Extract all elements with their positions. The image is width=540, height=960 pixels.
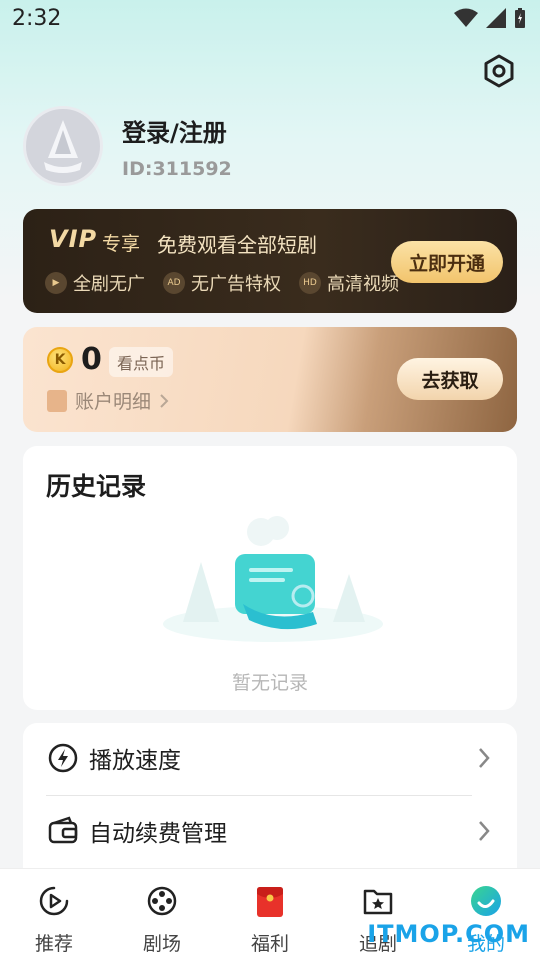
coin-unit-badge: 看点币 bbox=[109, 347, 174, 377]
vip-feature-label: 全剧无广 bbox=[73, 274, 145, 295]
vip-feature: ▶ 全剧无广 bbox=[45, 270, 145, 296]
vip-features: ▶ 全剧无广 AD 无广告特权 HD 高清视频 bbox=[45, 270, 399, 296]
red-envelope-icon bbox=[257, 887, 283, 917]
vip-feature: AD 无广告特权 bbox=[163, 270, 281, 296]
coin-card: K 0 看点币 账户明细 去获取 bbox=[23, 327, 517, 432]
hd-icon: HD bbox=[299, 272, 321, 294]
vip-title: 免费观看全部短剧 bbox=[157, 233, 317, 257]
status-bar: 2:32 bbox=[0, 0, 540, 38]
menu-item-label: 播放速度 bbox=[89, 748, 181, 774]
signal-icon bbox=[486, 8, 506, 28]
vip-card[interactable]: VIP 专享 免费观看全部短剧 ▶ 全剧无广 AD 无广告特权 HD 高清视频 … bbox=[23, 209, 517, 313]
status-time: 2:32 bbox=[12, 6, 62, 31]
play-icon bbox=[39, 886, 69, 916]
avatar[interactable] bbox=[23, 106, 103, 186]
settings-button[interactable] bbox=[482, 54, 516, 88]
get-coins-button[interactable]: 去获取 bbox=[397, 358, 503, 400]
vip-feature: HD 高清视频 bbox=[299, 270, 399, 296]
film-reel-icon bbox=[147, 886, 177, 916]
status-icons bbox=[454, 8, 526, 28]
user-id: ID:311592 bbox=[122, 158, 232, 180]
coin-count: 0 bbox=[81, 342, 102, 377]
history-card: 历史记录 暂无记录 bbox=[23, 446, 517, 710]
nav-tab-recommend[interactable]: 推荐 bbox=[0, 869, 108, 960]
vip-feature-label: 无广告特权 bbox=[191, 274, 281, 295]
battery-icon bbox=[515, 8, 525, 28]
vip-logo: VIP bbox=[49, 225, 98, 253]
star-folder-icon bbox=[363, 889, 393, 915]
vip-logo-sub: 专享 bbox=[102, 233, 141, 255]
ad-icon: AD bbox=[163, 272, 185, 294]
nav-label: 剧场 bbox=[142, 933, 181, 955]
chevron-right-icon bbox=[479, 821, 490, 841]
ledger-icon bbox=[47, 389, 67, 412]
wifi-icon bbox=[454, 8, 478, 27]
wallet-icon bbox=[48, 816, 78, 844]
login-register-link[interactable]: 登录/注册 bbox=[122, 113, 227, 148]
chevron-right-icon bbox=[160, 393, 169, 408]
watermark: ITMOP.COM bbox=[367, 920, 530, 948]
account-detail-link[interactable]: 账户明细 bbox=[47, 387, 169, 414]
menu-item-auto-renew[interactable]: 自动续费管理 bbox=[23, 796, 517, 868]
nav-tab-theater[interactable]: 剧场 bbox=[108, 869, 216, 960]
account-detail-label: 账户明细 bbox=[75, 391, 152, 413]
speed-icon bbox=[48, 743, 78, 773]
profile-icon bbox=[471, 886, 501, 916]
menu-item-play-speed[interactable]: 播放速度 bbox=[23, 723, 517, 795]
default-avatar-icon bbox=[44, 120, 82, 173]
nav-tab-welfare[interactable]: 福利 bbox=[216, 869, 324, 960]
nav-label: 推荐 bbox=[34, 933, 73, 955]
menu-item-label: 自动续费管理 bbox=[89, 821, 227, 847]
chevron-right-icon bbox=[479, 748, 490, 768]
vip-open-button[interactable]: 立即开通 bbox=[391, 241, 503, 283]
settings-icon bbox=[484, 54, 514, 88]
camera-icon: ▶ bbox=[45, 272, 67, 294]
empty-history-text: 暂无记录 bbox=[231, 672, 308, 694]
coin-icon: K bbox=[47, 347, 73, 373]
history-title: 历史记录 bbox=[46, 472, 147, 501]
nav-label: 福利 bbox=[250, 933, 289, 955]
vip-feature-label: 高清视频 bbox=[327, 274, 399, 295]
empty-history-illustration bbox=[163, 516, 383, 642]
